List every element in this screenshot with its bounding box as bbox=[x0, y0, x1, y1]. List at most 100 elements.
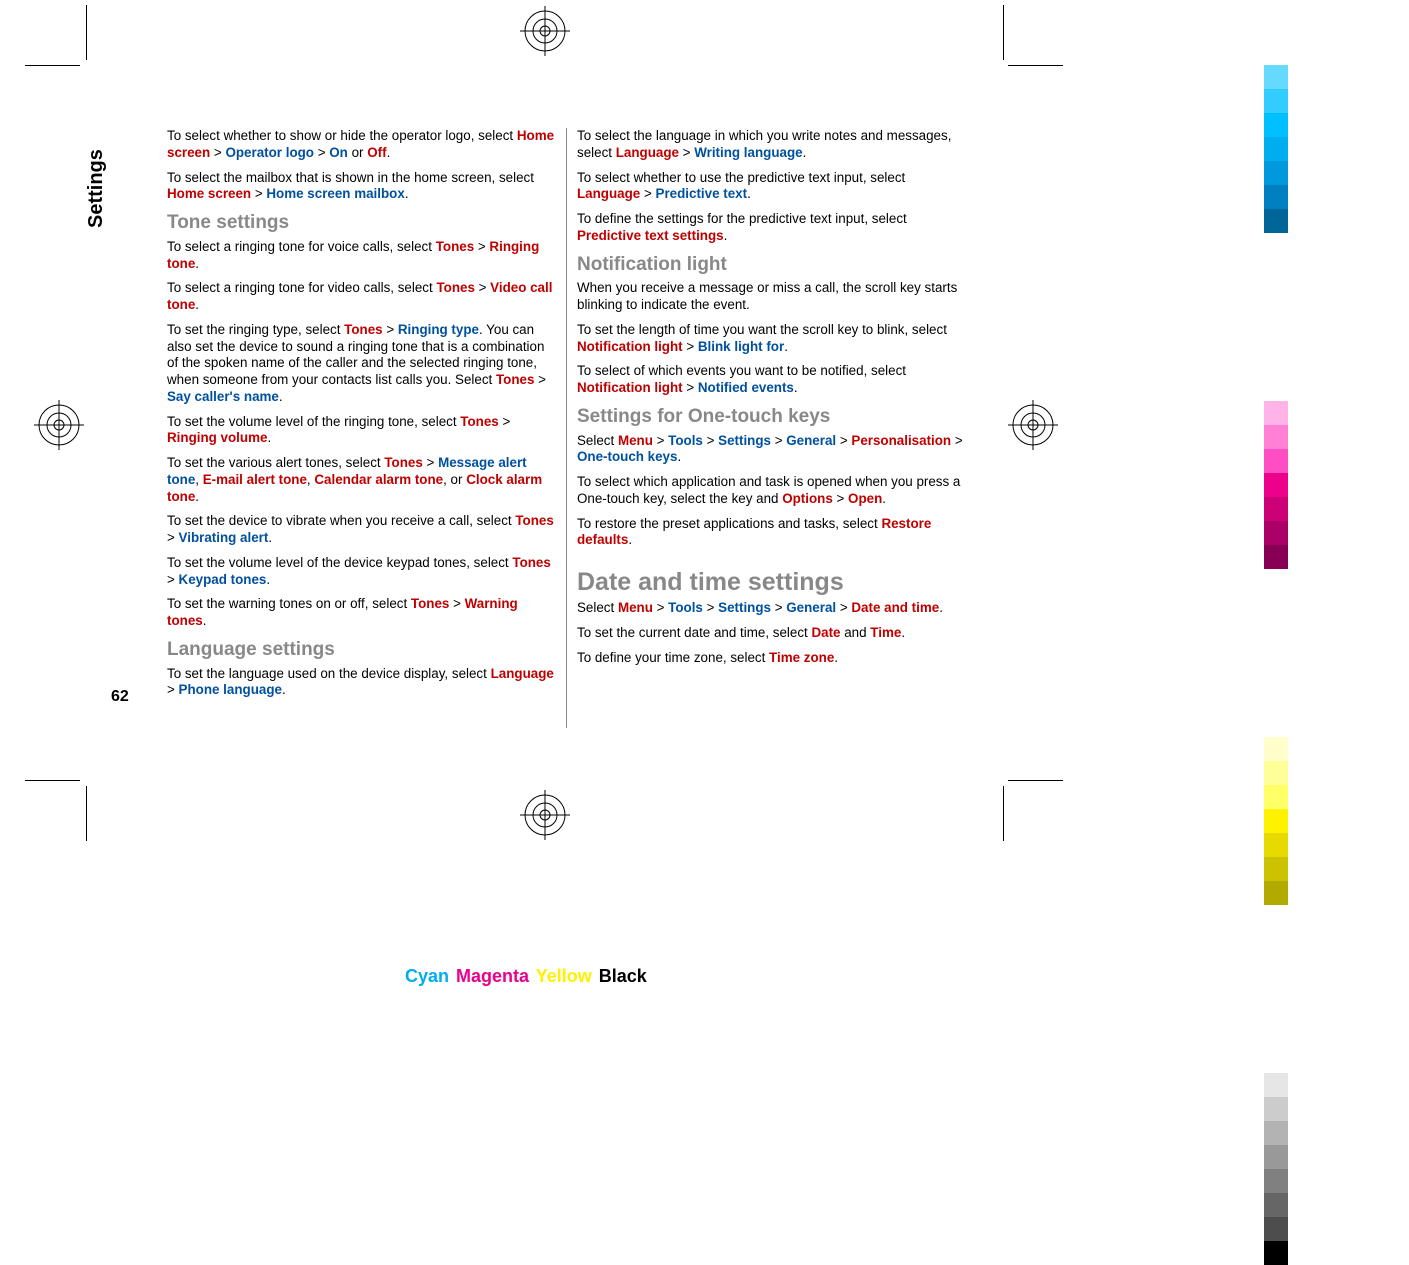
text: . bbox=[784, 339, 788, 354]
paragraph: To set the current date and time, select… bbox=[577, 625, 967, 642]
color-swatch bbox=[1264, 1001, 1288, 1025]
ui-path: Tones bbox=[436, 239, 474, 254]
text: To set the language used on the device d… bbox=[167, 666, 491, 681]
ui-path: Tones bbox=[384, 455, 422, 470]
text: To set the length of time you want the s… bbox=[577, 322, 947, 337]
color-swatch bbox=[1264, 881, 1288, 905]
color-swatch bbox=[1264, 257, 1288, 281]
text: . bbox=[803, 145, 807, 160]
sep: > bbox=[653, 433, 668, 448]
paragraph: To set the various alert tones, select T… bbox=[167, 455, 558, 505]
sep: > bbox=[314, 145, 329, 160]
sep: > bbox=[251, 186, 266, 201]
paragraph: To set the volume level of the device ke… bbox=[167, 555, 558, 589]
color-swatch bbox=[1264, 185, 1288, 209]
text: . bbox=[195, 297, 199, 312]
ui-path: Home screen bbox=[167, 186, 251, 201]
sep: > bbox=[951, 433, 963, 448]
color-swatch bbox=[1264, 1025, 1288, 1049]
ui-path: Vibrating alert bbox=[179, 530, 269, 545]
left-column: To select whether to show or hide the op… bbox=[167, 128, 567, 728]
ui-path: Settings bbox=[718, 433, 771, 448]
ui-path: Phone language bbox=[179, 682, 282, 697]
cmyk-yellow-label: Yellow bbox=[536, 966, 592, 986]
text: . bbox=[267, 430, 271, 445]
registration-mark-icon bbox=[1008, 400, 1058, 450]
ui-path: Tones bbox=[460, 414, 498, 429]
ui-path: Language bbox=[577, 186, 640, 201]
color-swatch bbox=[1264, 761, 1288, 785]
text: . bbox=[268, 530, 272, 545]
text: . bbox=[203, 613, 207, 628]
ui-path: Menu bbox=[618, 600, 653, 615]
ui-path: Writing language bbox=[694, 145, 802, 160]
paragraph: To define the settings for the predictiv… bbox=[577, 211, 967, 245]
color-swatch bbox=[1264, 617, 1288, 641]
text: To set the volume level of the ringing t… bbox=[167, 414, 460, 429]
paragraph: Select Menu > Tools > Settings > General… bbox=[577, 433, 967, 467]
text: or bbox=[348, 145, 367, 160]
text: To restore the preset applications and t… bbox=[577, 516, 881, 531]
text: . bbox=[195, 256, 199, 271]
paragraph: To select of which events you want to be… bbox=[577, 363, 967, 397]
text: . bbox=[794, 380, 798, 395]
paragraph: To restore the preset applications and t… bbox=[577, 516, 967, 550]
text: To set the current date and time, select bbox=[577, 625, 811, 640]
paragraph: To select the mailbox that is shown in t… bbox=[167, 170, 558, 204]
crop-mark bbox=[1008, 65, 1063, 66]
ui-path: Tones bbox=[344, 322, 382, 337]
ui-path: Predictive text settings bbox=[577, 228, 724, 243]
paragraph: To select a ringing tone for voice calls… bbox=[167, 239, 558, 273]
text: and bbox=[841, 625, 871, 640]
ui-path: Tones bbox=[515, 513, 553, 528]
heading-language-settings: Language settings bbox=[167, 638, 558, 662]
sep: > bbox=[683, 380, 698, 395]
ui-path: Tones bbox=[496, 372, 534, 387]
text: . bbox=[628, 532, 632, 547]
color-swatch bbox=[1264, 1217, 1288, 1241]
ui-path: Time bbox=[870, 625, 901, 640]
color-swatch bbox=[1264, 305, 1288, 329]
color-swatch bbox=[1264, 161, 1288, 185]
text: . bbox=[195, 489, 199, 504]
paragraph: To set the language used on the device d… bbox=[167, 666, 558, 700]
color-calibration-bars bbox=[1264, 65, 1288, 1265]
color-swatch bbox=[1264, 521, 1288, 545]
ui-path: E-mail alert tone bbox=[203, 472, 307, 487]
text: To set the warning tones on or off, sele… bbox=[167, 596, 411, 611]
sep: > bbox=[167, 682, 179, 697]
sep: > bbox=[534, 372, 546, 387]
text: To select a ringing tone for voice calls… bbox=[167, 239, 436, 254]
sep: > bbox=[210, 145, 225, 160]
sep: > bbox=[836, 600, 851, 615]
text: . bbox=[939, 600, 943, 615]
ui-path: Settings bbox=[718, 600, 771, 615]
ui-path: Operator logo bbox=[225, 145, 314, 160]
page-number: 62 bbox=[111, 688, 129, 706]
paragraph: To set the warning tones on or off, sele… bbox=[167, 596, 558, 630]
sep: > bbox=[836, 433, 851, 448]
ui-path: One-touch keys bbox=[577, 449, 677, 464]
ui-path: Home screen mailbox bbox=[266, 186, 404, 201]
ui-path: Tones bbox=[436, 280, 474, 295]
ui-path: Keypad tones bbox=[179, 572, 267, 587]
text: . bbox=[901, 625, 905, 640]
color-swatch bbox=[1264, 857, 1288, 881]
color-swatch bbox=[1264, 1241, 1288, 1265]
text: . bbox=[266, 572, 270, 587]
color-swatch bbox=[1264, 593, 1288, 617]
text: To select whether to use the predictive … bbox=[577, 170, 905, 185]
ui-path: Ringing type bbox=[398, 322, 479, 337]
text: To set the ringing type, select bbox=[167, 322, 344, 337]
color-swatch bbox=[1264, 1121, 1288, 1145]
color-swatch bbox=[1264, 329, 1288, 353]
color-swatch bbox=[1264, 713, 1288, 737]
color-swatch bbox=[1264, 1097, 1288, 1121]
text: To select which application and task is … bbox=[577, 474, 960, 506]
paragraph: To define your time zone, select Time zo… bbox=[577, 650, 967, 667]
sep: > bbox=[653, 600, 668, 615]
ui-path: Options bbox=[782, 491, 833, 506]
crop-mark bbox=[86, 5, 87, 60]
text: Select bbox=[577, 600, 618, 615]
sep: > bbox=[833, 491, 848, 506]
